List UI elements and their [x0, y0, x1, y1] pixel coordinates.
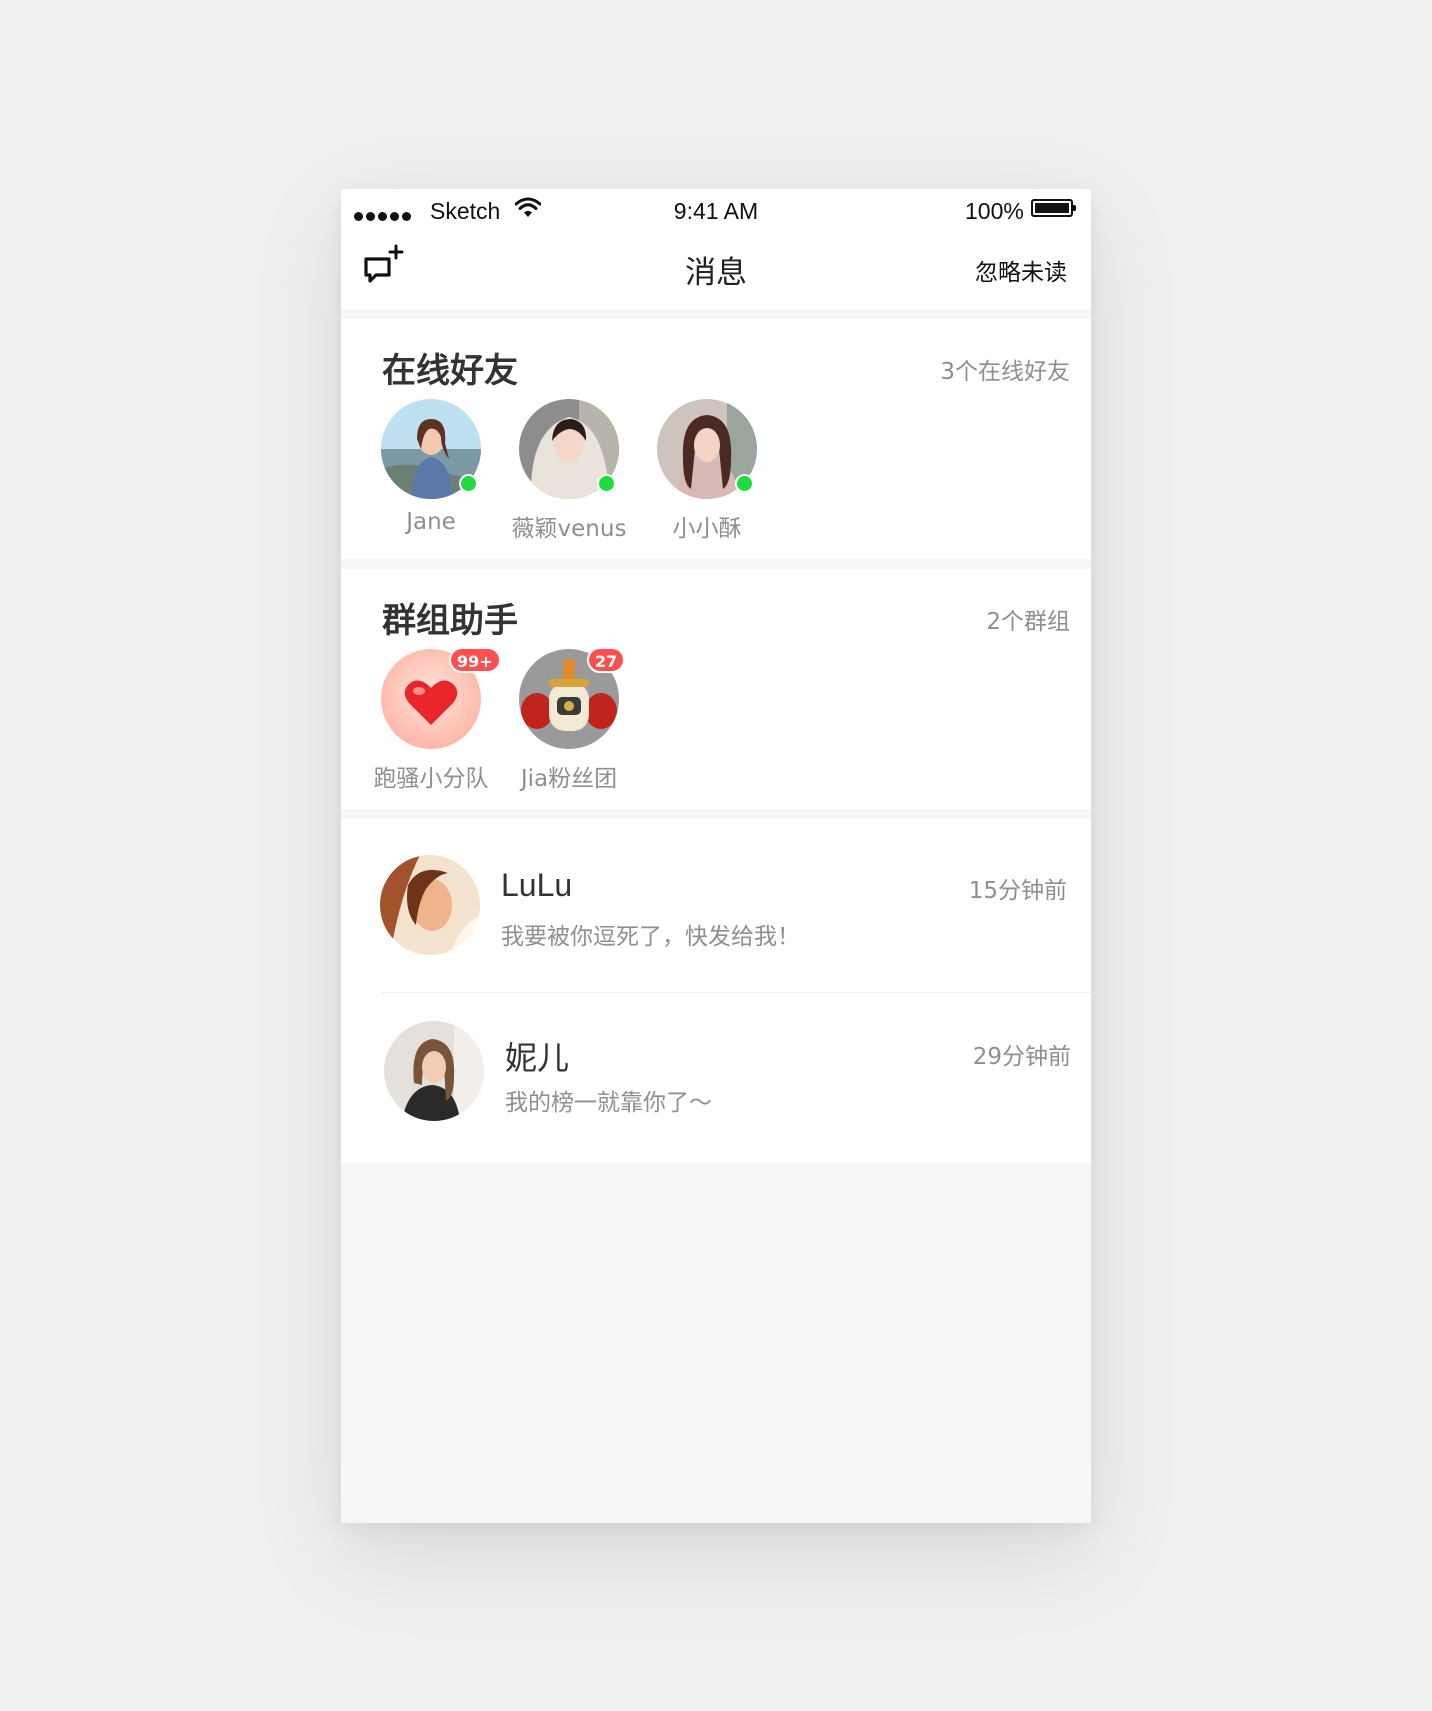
- group-name: 跑骚小分队: [373, 766, 489, 792]
- chat-list: LuLu 我要被你逗死了，快发给我！ 15分钟前 妮儿 我的榜一就靠你了～ 29…: [341, 819, 1091, 1163]
- online-indicator: [597, 474, 616, 493]
- friend-jane[interactable]: Jane: [371, 399, 491, 535]
- friend-name: 薇颖venus: [511, 516, 627, 542]
- group-name: Jia粉丝团: [520, 766, 618, 792]
- avatar: 27: [519, 647, 626, 749]
- avatar: [384, 1021, 484, 1121]
- chat-name: LuLu: [501, 867, 573, 903]
- avatar: [381, 399, 481, 499]
- online-indicator: [735, 474, 754, 493]
- chat-preview: 我的榜一就靠你了～: [505, 1090, 712, 1116]
- chat-time: 29分钟前: [972, 1044, 1071, 1070]
- group-assistant-section: 群组助手 2个群组 99+ 跑骚小分队 27 Jia粉丝团: [341, 569, 1091, 809]
- group-jia-fans[interactable]: 27 Jia粉丝团: [509, 647, 629, 793]
- online-friends-title: 在线好友: [382, 351, 518, 391]
- chat-name: 妮儿: [505, 1040, 570, 1076]
- avatar: [519, 399, 619, 499]
- group-paosao[interactable]: 99+ 跑骚小分队: [371, 647, 501, 793]
- nav-bar: 消息 忽略未读: [341, 231, 1091, 309]
- group-assistant-title: 群组助手: [382, 601, 518, 641]
- online-friends-section: 在线好友 3个在线好友 Jane 薇颖venus 小小酥: [341, 319, 1091, 559]
- avatar: [380, 855, 480, 955]
- battery-percent: 100%: [965, 198, 1024, 224]
- friend-weiying-venus[interactable]: 薇颖venus: [509, 399, 629, 543]
- chat-row-lulu[interactable]: LuLu 我要被你逗死了，快发给我！ 15分钟前: [341, 819, 1091, 985]
- chat-preview: 我要被你逗死了，快发给我！: [501, 924, 800, 950]
- ignore-unread-button[interactable]: 忽略未读: [975, 253, 1067, 287]
- online-indicator: [459, 474, 478, 493]
- unread-badge: 27: [587, 647, 626, 673]
- friend-xiaoxiaosu[interactable]: 小小酥: [647, 399, 767, 543]
- status-bar: Sketch 9:41 AM 100%: [341, 189, 1091, 231]
- chat-row-nier[interactable]: 妮儿 我的榜一就靠你了～ 29分钟前: [341, 985, 1091, 1151]
- phone-screen: Sketch 9:41 AM 100% 消息 忽略未读 在线好友 3个在线好友: [341, 189, 1091, 1523]
- avatar: [657, 399, 757, 499]
- avatar: 99+: [381, 647, 501, 749]
- unread-badge: 99+: [449, 647, 501, 673]
- group-count[interactable]: 2个群组: [986, 602, 1070, 636]
- battery-icon: [1031, 199, 1076, 217]
- friend-name: Jane: [406, 509, 456, 535]
- online-friends-count[interactable]: 3个在线好友: [940, 352, 1070, 386]
- friend-name: 小小酥: [672, 516, 742, 542]
- chat-time: 15分钟前: [968, 878, 1067, 904]
